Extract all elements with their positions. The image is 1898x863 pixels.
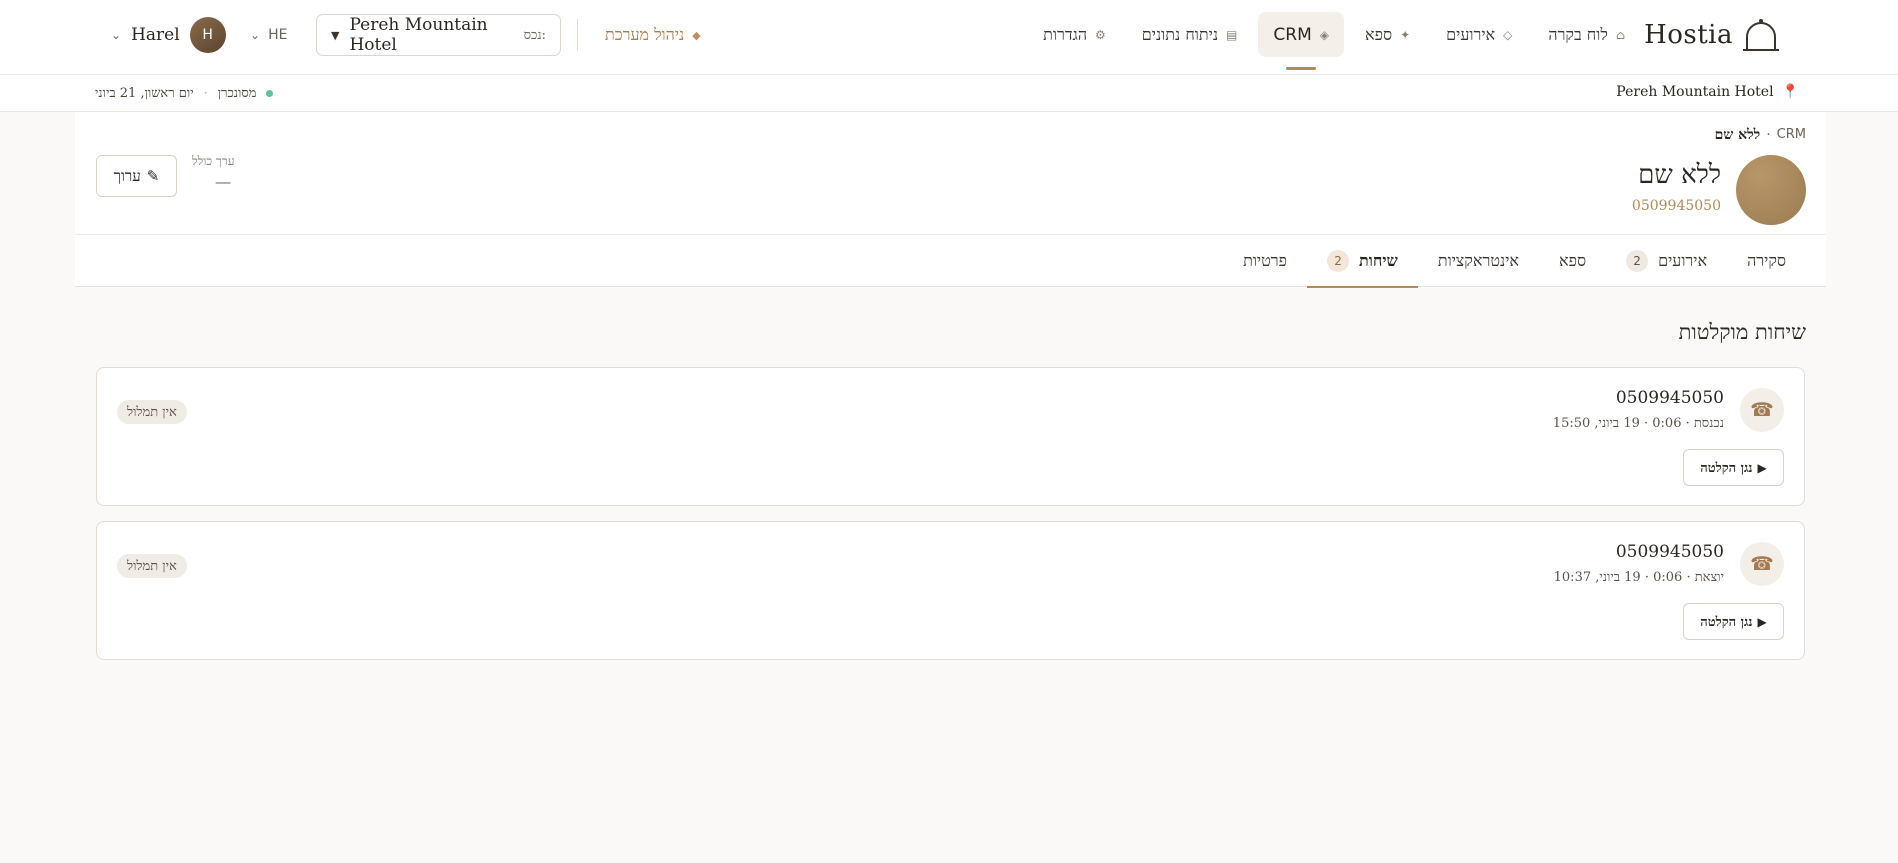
count-badge: 2 <box>1327 250 1350 272</box>
tab-events[interactable]: אירועים 2 <box>1606 235 1727 287</box>
tab-interactions[interactable]: אינטראקציות <box>1418 235 1539 287</box>
tab-label: ספא <box>1559 251 1587 270</box>
language-select[interactable]: ⌄ HE <box>250 24 287 46</box>
avatar: H <box>189 17 226 53</box>
tab-label: אירועים <box>1658 251 1708 270</box>
gear-icon: ⚙ <box>1095 27 1106 42</box>
nav-item-events[interactable]: ◇ אירועים <box>1431 12 1527 57</box>
call-card: ☎ 0509945050 יוצאת · 0:06 · 19 ביוני, 10… <box>96 521 1805 660</box>
system-admin-label: ניהול מערכת <box>605 25 685 44</box>
transcript-status-badge: אין תמלול <box>117 400 187 424</box>
tab-privacy[interactable]: פרטיות <box>1223 235 1307 287</box>
play-icon: ▶ <box>1757 460 1767 475</box>
chevron-down-icon: ⌄ <box>250 28 261 42</box>
guest-avatar <box>1736 155 1806 225</box>
nav-item-label: CRM <box>1273 24 1312 45</box>
guest-name: ללא שם <box>1638 160 1721 190</box>
play-recording-button[interactable]: ▶ נגן הקלטה <box>1683 449 1784 486</box>
property-select-value: Pereh Mountain Hotel <box>349 15 488 55</box>
breadcrumb-current: ללא שם <box>1714 127 1761 143</box>
total-value: — <box>215 172 231 191</box>
nav-item-dashboard[interactable]: ⌂ לוח בקרה <box>1533 12 1640 57</box>
system-admin-link[interactable]: ◆ ניהול מערכת <box>605 23 701 47</box>
current-hotel: 📍 Pereh Mountain Hotel <box>1616 84 1799 100</box>
property-select[interactable]: נכס: Pereh Mountain Hotel ▼ <box>316 14 561 56</box>
call-number: 0509945050 <box>1615 388 1724 408</box>
dropdown-arrow-icon: ▼ <box>331 28 340 42</box>
nav-item-label: ספא <box>1364 24 1393 44</box>
play-recording-label: נגן הקלטה <box>1700 460 1753 476</box>
nav-item-crm[interactable]: ◈ CRM <box>1258 12 1344 70</box>
breadcrumb-separator: · <box>1766 127 1771 143</box>
nav-item-label: הגדרות <box>1043 24 1088 44</box>
user-name: Harel <box>131 25 180 45</box>
sparkle-icon: ✦ <box>1400 27 1411 42</box>
nav-item-spa[interactable]: ✦ ספא <box>1350 12 1425 57</box>
chevron-down-icon: ⌄ <box>111 28 122 42</box>
sync-status-label: מסונכרן <box>217 86 257 101</box>
sync-dot-icon <box>266 89 274 97</box>
count-badge: 2 <box>1626 250 1649 272</box>
tab-label: שיחות <box>1359 251 1398 270</box>
edit-button[interactable]: ✎ ערוך <box>96 155 177 197</box>
location-pin-icon: 📍 <box>1781 84 1799 100</box>
home-icon: ⌂ <box>1615 27 1625 42</box>
nav-item-settings[interactable]: ⚙ הגדרות <box>1028 12 1121 57</box>
crm-icon: ◈ <box>1319 27 1329 42</box>
play-recording-button[interactable]: ▶ נגן הקלטה <box>1683 603 1784 640</box>
app-logo[interactable]: Hostia <box>1644 14 1781 56</box>
language-value: HE <box>268 27 288 43</box>
profile-tabs: סקירה אירועים 2 ספא אינטראקציות שיחות 2 … <box>75 235 1826 288</box>
chart-icon: ▤ <box>1226 27 1238 42</box>
user-menu[interactable]: ⌄ Harel H <box>111 17 226 53</box>
diamond-icon: ◇ <box>1503 27 1513 42</box>
phone-icon: ☎ <box>1740 542 1784 586</box>
bell-dome-icon <box>1743 19 1779 51</box>
play-recording-label: נגן הקלטה <box>1700 614 1753 630</box>
pencil-icon: ✎ <box>146 167 160 185</box>
breadcrumb-root[interactable]: CRM <box>1777 127 1806 144</box>
tab-label: אינטראקציות <box>1437 251 1519 270</box>
nav-item-label: אירועים <box>1446 24 1496 44</box>
transcript-status-badge: אין תמלול <box>117 554 187 578</box>
tab-overview[interactable]: סקירה <box>1727 235 1806 287</box>
section-title: שיחות מוקלטות <box>1678 320 1806 344</box>
tab-label: סקירה <box>1747 251 1786 270</box>
tab-label: פרטיות <box>1243 251 1288 270</box>
play-icon: ▶ <box>1757 614 1767 629</box>
call-card: ☎ 0509945050 נכנסת · 0:06 · 19 ביוני, 15… <box>96 367 1805 506</box>
nav-item-label: ניתוח נתונים <box>1141 24 1219 44</box>
main-nav: ⌂ לוח בקרה ◇ אירועים ✦ ספא ◈ CRM ▤ ניתוח… <box>1028 12 1640 70</box>
call-meta: נכנסת · 0:06 · 19 ביוני, 15:50 <box>1552 416 1724 431</box>
nav-item-label: לוח בקרה <box>1548 24 1608 44</box>
status-bar: 📍 Pereh Mountain Hotel יום ראשון, 21 ביו… <box>0 75 1898 112</box>
edit-button-label: ערוך <box>113 166 141 185</box>
current-date: יום ראשון, 21 ביוני <box>95 86 194 101</box>
call-number: 0509945050 <box>1615 542 1724 562</box>
sync-status: יום ראשון, 21 ביוני · מסונכרן <box>95 85 274 101</box>
total-value-label: ערך כולל <box>192 154 235 168</box>
breadcrumb: CRM · ללא שם <box>1715 127 1806 144</box>
nav-divider <box>577 19 578 51</box>
tab-spa[interactable]: ספא <box>1539 235 1606 287</box>
property-select-label: נכס: <box>523 28 546 43</box>
current-hotel-name: Pereh Mountain Hotel <box>1616 84 1774 100</box>
top-bar: Hostia ⌂ לוח בקרה ◇ אירועים ✦ ספא ◈ CRM … <box>0 0 1898 75</box>
tab-calls[interactable]: שיחות 2 <box>1307 235 1418 288</box>
app-name: Hostia <box>1644 20 1733 50</box>
separator: · <box>203 85 208 101</box>
profile-header: CRM · ללא שם ללא שם 0509945050 ערך כולל … <box>75 112 1826 235</box>
call-meta: יוצאת · 0:06 · 19 ביוני, 10:37 <box>1553 570 1724 585</box>
nav-item-analytics[interactable]: ▤ ניתוח נתונים <box>1127 12 1253 57</box>
guest-phone: 0509945050 <box>1631 198 1721 214</box>
phone-icon: ☎ <box>1740 388 1784 432</box>
admin-diamond-icon: ◆ <box>692 28 701 42</box>
